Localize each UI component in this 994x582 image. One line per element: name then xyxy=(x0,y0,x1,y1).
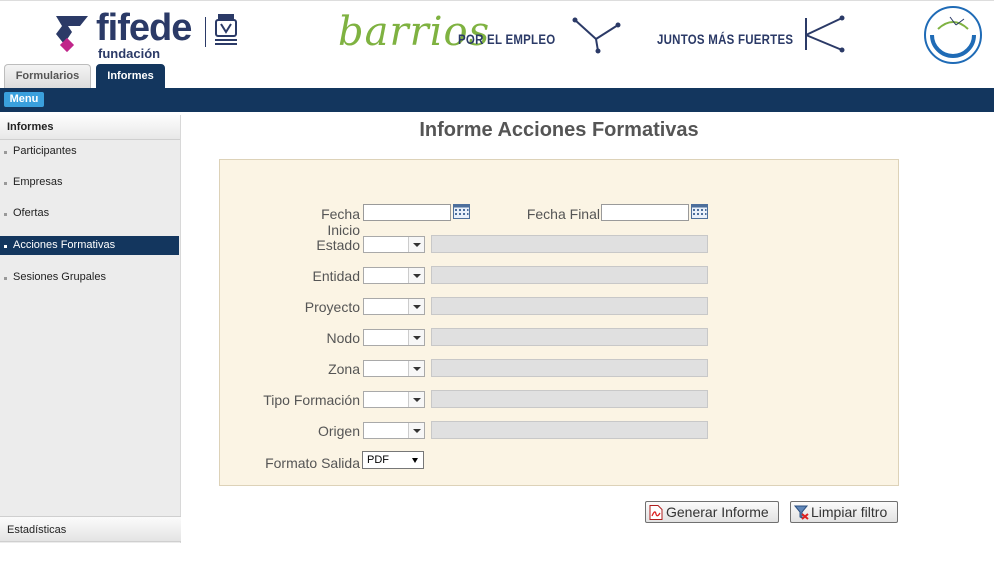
estado-description xyxy=(431,235,708,253)
fecha-inicio-label: Fecha Inicio xyxy=(321,206,360,238)
estado-label: Estado xyxy=(316,237,360,253)
nodo-label: Nodo xyxy=(326,330,360,346)
network-lines-icon xyxy=(572,17,621,54)
filter-form: Fecha Inicio Fecha Final Estado Entidad … xyxy=(219,159,899,486)
fifede-mark-icon xyxy=(56,16,88,53)
sidebar-title: Informes xyxy=(0,115,180,140)
zona-label: Zona xyxy=(328,361,360,377)
clear-filter-button[interactable]: Limpiar filtro xyxy=(790,501,898,523)
zona-select[interactable] xyxy=(363,360,425,377)
estado-select[interactable] xyxy=(363,236,425,253)
tipo-formacion-description xyxy=(431,390,708,408)
proyecto-description xyxy=(431,297,708,315)
origen-select[interactable] xyxy=(363,422,425,439)
bullet-icon xyxy=(4,182,7,185)
chevron-down-icon xyxy=(408,268,424,283)
origen-label: Origen xyxy=(317,423,360,439)
sidebar-item-participantes[interactable]: Participantes xyxy=(0,142,179,161)
sidebar-item-estadisticas[interactable]: Estadísticas xyxy=(0,516,181,542)
bullet-icon xyxy=(4,213,7,216)
formato-salida-label: Formato Salida xyxy=(265,455,360,471)
sidebar-item-label: Acciones Formativas xyxy=(13,239,116,251)
cabildo-crest-icon xyxy=(215,14,237,45)
chevron-down-icon xyxy=(408,330,424,345)
generate-report-label: Generar Informe xyxy=(666,504,769,520)
tagline-juntos: JUNTOS MÁS FUERTES xyxy=(657,31,794,47)
sidebar-item-label: Participantes xyxy=(13,145,77,157)
sidebar-item-sesiones-grupales[interactable]: Sesiones Grupales xyxy=(0,268,179,287)
zona-description xyxy=(431,359,708,377)
sidebar-item-acciones-formativas[interactable]: Acciones Formativas xyxy=(0,236,179,255)
entidad-label: Entidad xyxy=(312,268,360,284)
entidad-select[interactable] xyxy=(363,267,425,284)
navbar: Menu xyxy=(0,88,994,112)
entidad-description xyxy=(431,266,708,284)
menu-button[interactable]: Menu xyxy=(4,92,44,107)
top-tabs: Formularios Informes xyxy=(0,64,994,88)
bullet-icon xyxy=(4,151,7,154)
header: fifede fundación barrios POR EL EMPLEO J… xyxy=(0,0,994,66)
pdf-icon xyxy=(649,505,663,520)
sidebar: Informes Participantes Empresas Ofertas … xyxy=(0,115,181,543)
fecha-inicio-input[interactable] xyxy=(363,204,451,221)
fecha-final-input[interactable] xyxy=(601,204,689,221)
sidebar-item-empresas[interactable]: Empresas xyxy=(0,173,179,192)
tab-formularios[interactable]: Formularios xyxy=(4,64,91,88)
page-title: Informe Acciones Formativas xyxy=(419,119,699,141)
k-lines-icon xyxy=(805,15,845,53)
tipo-formacion-label: Tipo Formación xyxy=(263,392,360,408)
proyecto-select[interactable] xyxy=(363,298,425,315)
brand-sub: fundación xyxy=(98,46,161,61)
chevron-down-icon xyxy=(408,237,424,252)
sidebar-item-ofertas[interactable]: Ofertas xyxy=(0,204,179,223)
tagline-empleo: POR EL EMPLEO xyxy=(458,31,556,47)
generate-report-button[interactable]: Generar Informe xyxy=(645,501,779,523)
chevron-down-icon xyxy=(408,423,424,438)
fecha-final-label: Fecha Final xyxy=(526,206,600,222)
sidebar-item-label: Ofertas xyxy=(13,207,50,219)
sidebar-item-label: Empresas xyxy=(13,176,63,188)
proyecto-label: Proyecto xyxy=(304,299,360,315)
calendar-icon[interactable] xyxy=(691,204,708,219)
chevron-down-icon xyxy=(408,361,424,376)
chevron-down-icon xyxy=(408,392,424,407)
brand-separator xyxy=(205,17,206,47)
nodo-select[interactable] xyxy=(363,329,425,346)
bullet-icon xyxy=(4,245,7,248)
tipo-formacion-select[interactable] xyxy=(363,391,425,408)
brand-word: fifede xyxy=(96,7,192,49)
calendar-icon[interactable] xyxy=(453,204,470,219)
bullet-icon xyxy=(4,277,7,280)
barrios-badge-icon xyxy=(924,6,982,64)
formato-salida-select[interactable]: PDF xyxy=(362,451,424,469)
chevron-down-icon xyxy=(408,299,424,314)
nodo-description xyxy=(431,328,708,346)
origen-description xyxy=(431,421,708,439)
clear-filter-label: Limpiar filtro xyxy=(811,504,888,520)
clear-filter-icon xyxy=(794,505,809,520)
fifede-logo[interactable]: fifede fundación xyxy=(50,7,250,63)
sidebar-item-label: Sesiones Grupales xyxy=(13,271,106,283)
tab-informes[interactable]: Informes xyxy=(96,64,165,88)
